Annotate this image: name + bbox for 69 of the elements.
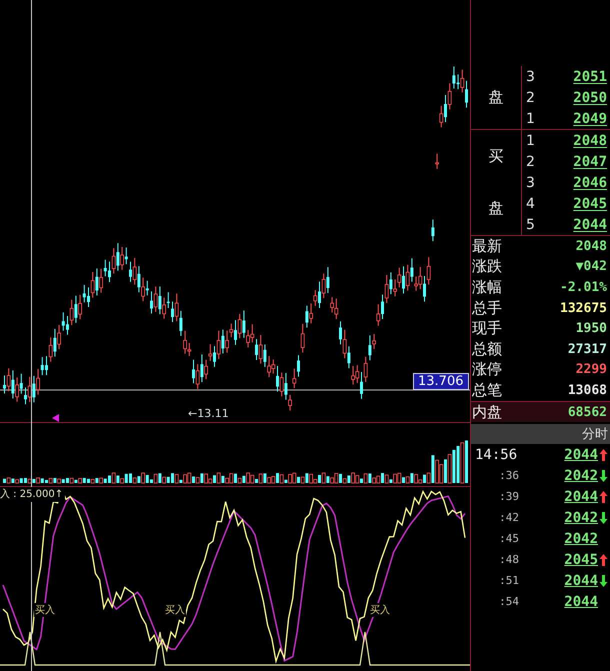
tick-price: 2045 [564, 552, 598, 568]
stat-label: 总笔 [472, 380, 502, 400]
level-number: 5 [526, 216, 535, 232]
tick-price: 2042 [564, 468, 598, 484]
tick-time: :45 [498, 532, 519, 546]
stat-label: 涨跌 [472, 257, 502, 276]
level-price: 2046 [573, 174, 607, 190]
book-label: 买 [488, 146, 504, 166]
stat-value: 13068 [568, 382, 607, 398]
indicator-label: 入 : 25.000↑ [0, 487, 66, 502]
tick-time: :54 [498, 595, 519, 608]
down-arrow-icon [599, 574, 608, 588]
level-number: 1 [526, 110, 535, 126]
down-arrow-icon [599, 468, 608, 483]
tick-time: :36 [498, 469, 519, 482]
ticks-header: 分时 [471, 424, 610, 444]
buy-signal-label: 买入 [164, 603, 186, 617]
level-price: 2048 [573, 132, 607, 148]
stat-label: 内盘 [472, 402, 502, 422]
level-price: 2050 [573, 90, 607, 106]
level-number: 3 [526, 174, 535, 190]
level-number: 2 [526, 154, 535, 170]
tick-price: 2042 [564, 510, 598, 526]
stat-label: 总手 [472, 298, 502, 318]
level-price: 2049 [573, 110, 607, 126]
triangle-icon [52, 414, 59, 422]
candlestick [431, 219, 434, 242]
buy-signal-label: 买入 [34, 603, 56, 617]
tick-price: 2044 [564, 488, 598, 505]
down-arrow-icon [599, 510, 608, 525]
level-number: 2 [526, 90, 535, 106]
tick-time: :48 [498, 553, 519, 566]
tick-time: :51 [498, 574, 519, 588]
tick-time: :42 [498, 511, 519, 524]
level-price: 2051 [573, 68, 607, 84]
stat-value: 2299 [576, 362, 607, 378]
price-marker: 13.706 [413, 373, 468, 390]
stat-label: 涨停 [472, 360, 502, 380]
stat-label: 现手 [472, 319, 502, 338]
book-label: 盘 [488, 199, 504, 218]
tick-time: 14:56 [475, 446, 518, 463]
tick-price: 2044 [564, 572, 598, 589]
stat-value: 2048 [576, 238, 607, 254]
up-arrow-icon [599, 448, 608, 462]
stat-value: ▼042 [576, 259, 607, 274]
buy-signal-label: 买入 [369, 603, 391, 617]
stat-label: 最新 [472, 236, 502, 256]
tick-price: 2042 [564, 530, 598, 547]
stat-value: 68562 [568, 404, 607, 420]
tick-price: 2044 [564, 594, 598, 610]
stat-value: 27317 [568, 342, 607, 357]
low-price-label: ←13.11 [188, 407, 229, 420]
stat-value: 132675 [560, 300, 607, 316]
level-price: 2044 [573, 216, 607, 232]
stat-label: 涨幅 [472, 278, 502, 297]
up-arrow-icon [599, 552, 608, 567]
tick-time: :39 [498, 490, 519, 504]
stat-label: 总额 [472, 340, 502, 359]
level-price: 2045 [573, 196, 607, 212]
up-arrow-icon [599, 490, 608, 504]
stat-value: -2.01% [560, 280, 607, 295]
level-number: 4 [526, 196, 535, 212]
book-label: 盘 [488, 88, 504, 107]
level-number: 3 [526, 68, 535, 84]
level-number: 1 [526, 132, 535, 148]
level-price: 2047 [573, 154, 607, 170]
candlestick [435, 153, 439, 170]
stat-value: 1950 [576, 321, 607, 336]
tick-price: 2044 [564, 446, 598, 463]
